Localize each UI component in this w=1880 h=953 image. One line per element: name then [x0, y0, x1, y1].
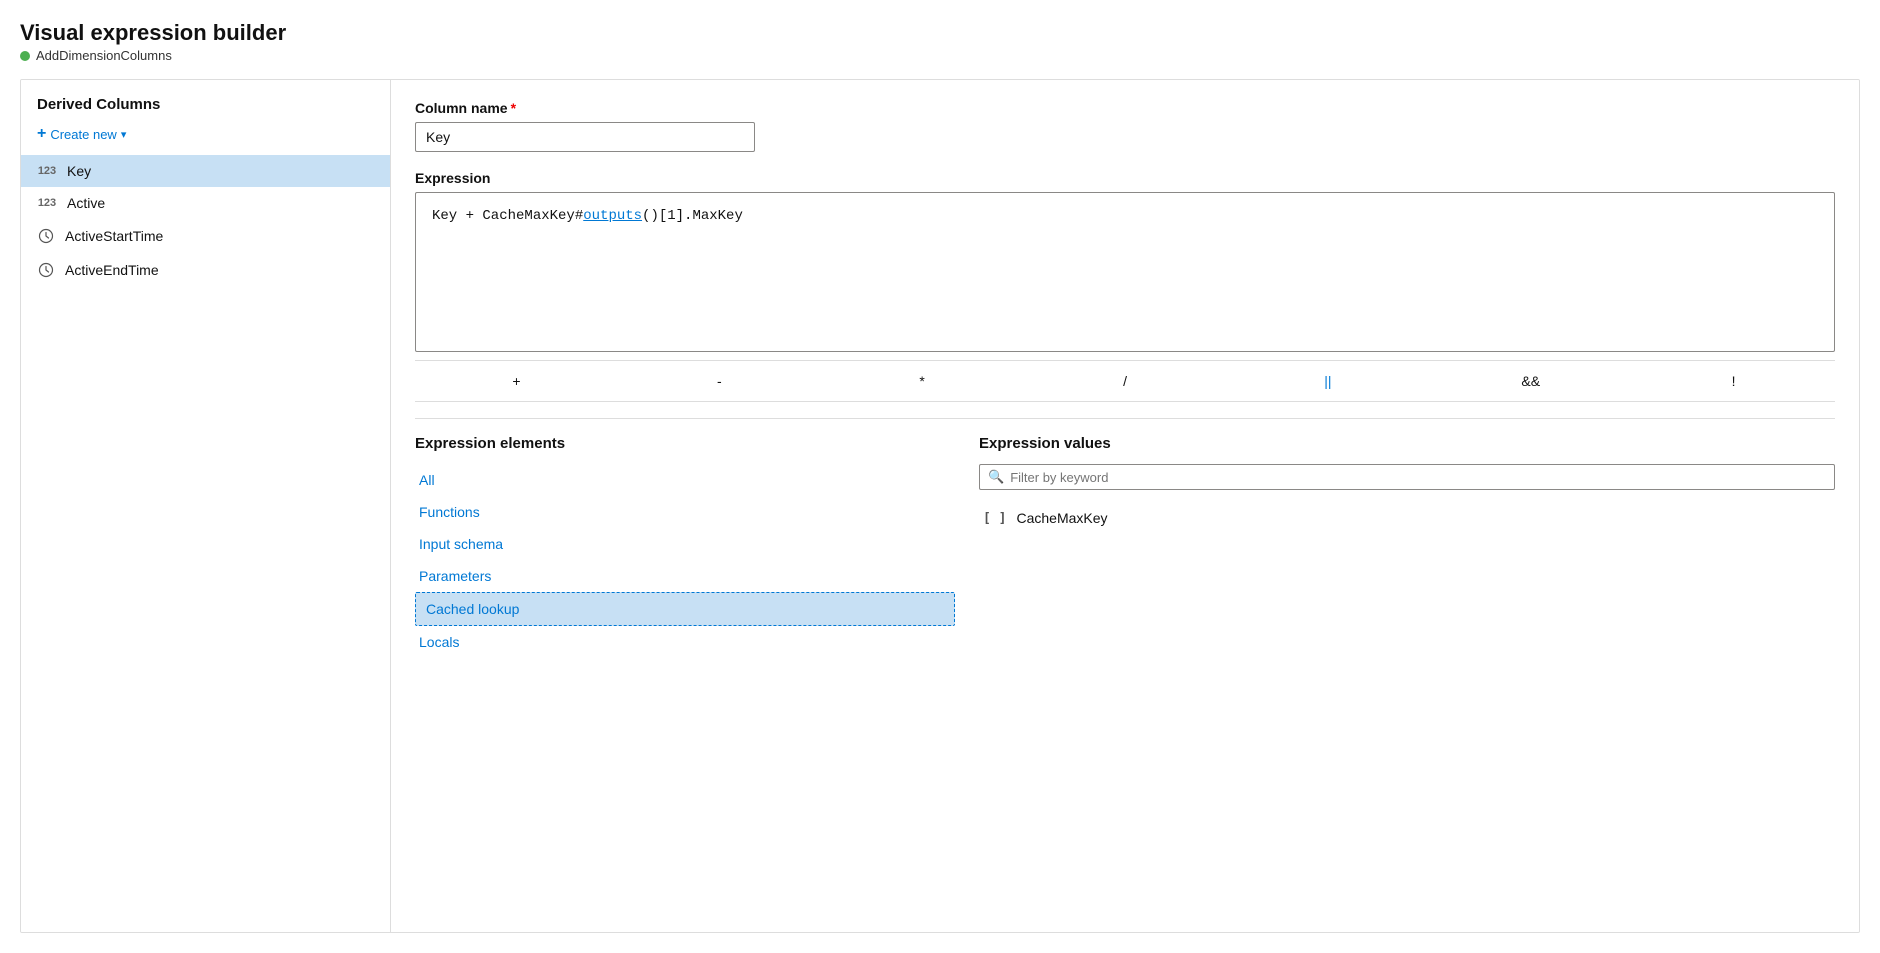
sidebar-item-label-activeStartTime: ActiveStartTime — [65, 228, 163, 244]
search-icon: 🔍 — [988, 469, 1004, 485]
expr-element-locals[interactable]: Locals — [415, 626, 955, 658]
expression-text-before: Key + CacheMaxKey# — [432, 208, 583, 224]
value-item-cachemaxkey[interactable]: [ ] CacheMaxKey — [979, 502, 1835, 534]
op-plus-button[interactable]: + — [415, 369, 618, 393]
subtitle-text: AddDimensionColumns — [36, 48, 172, 63]
clock-icon-end — [37, 261, 55, 279]
expression-label: Expression — [415, 170, 1835, 186]
expression-values-panel: Expression values 🔍 [ ] CacheMaxKey — [979, 435, 1835, 912]
sidebar-item-key[interactable]: 123 Key — [21, 155, 390, 187]
expr-element-functions[interactable]: Functions — [415, 496, 955, 528]
sidebar-item-active[interactable]: 123 Active — [21, 187, 390, 219]
create-new-button[interactable]: + Create new ▾ — [21, 121, 390, 155]
expression-values-title: Expression values — [979, 435, 1835, 452]
op-not-button[interactable]: ! — [1632, 369, 1835, 393]
sidebar-section-title: Derived Columns — [21, 96, 390, 121]
plus-icon: + — [37, 125, 46, 143]
column-name-input[interactable] — [415, 122, 755, 152]
operator-bar: + - * / || && ! — [415, 360, 1835, 402]
num-icon-active: 123 — [37, 197, 57, 209]
content-area: Column name* Expression Key + CacheMaxKe… — [391, 80, 1859, 932]
status-dot — [20, 51, 30, 61]
page-title: Visual expression builder — [20, 20, 1860, 46]
expression-elements-title: Expression elements — [415, 435, 955, 452]
main-layout: Derived Columns + Create new ▾ 123 Key 1… — [20, 79, 1860, 933]
sidebar-item-activeStartTime[interactable]: ActiveStartTime — [21, 219, 390, 253]
sidebar-item-label-activeEndTime: ActiveEndTime — [65, 262, 159, 278]
expr-element-all[interactable]: All — [415, 464, 955, 496]
sidebar-item-activeEndTime[interactable]: ActiveEndTime — [21, 253, 390, 287]
required-star: * — [511, 100, 516, 116]
value-item-label-cachemaxkey: CacheMaxKey — [1016, 510, 1107, 526]
expr-element-parameters[interactable]: Parameters — [415, 560, 955, 592]
op-minus-button[interactable]: - — [618, 369, 821, 393]
op-or-button[interactable]: || — [1226, 369, 1429, 393]
op-multiply-button[interactable]: * — [821, 369, 1024, 393]
filter-input-wrapper: 🔍 — [979, 464, 1835, 490]
create-new-label: Create new — [50, 127, 116, 142]
expr-element-input-schema[interactable]: Input schema — [415, 528, 955, 560]
sidebar: Derived Columns + Create new ▾ 123 Key 1… — [21, 80, 391, 932]
op-divide-button[interactable]: / — [1024, 369, 1227, 393]
num-icon-key: 123 — [37, 165, 57, 177]
expression-link[interactable]: outputs — [583, 208, 642, 224]
bracket-icon: [ ] — [983, 511, 1006, 526]
column-name-label: Column name* — [415, 100, 1835, 116]
page-subtitle: AddDimensionColumns — [20, 48, 1860, 63]
column-name-section: Column name* — [415, 100, 1835, 152]
expression-text-after: ()[1].MaxKey — [642, 208, 743, 224]
expression-editor[interactable]: Key + CacheMaxKey#outputs()[1].MaxKey — [415, 192, 1835, 352]
page-header: Visual expression builder AddDimensionCo… — [20, 20, 1860, 63]
sidebar-item-label-key: Key — [67, 163, 91, 179]
chevron-down-icon: ▾ — [121, 128, 127, 141]
clock-icon-start — [37, 227, 55, 245]
bottom-section: Expression elements All Functions Input … — [415, 418, 1835, 912]
expr-element-cached-lookup[interactable]: Cached lookup — [415, 592, 955, 626]
expression-elements-panel: Expression elements All Functions Input … — [415, 435, 955, 912]
expression-section: Expression Key + CacheMaxKey#outputs()[1… — [415, 170, 1835, 352]
filter-keyword-input[interactable] — [1010, 470, 1826, 485]
sidebar-item-label-active: Active — [67, 195, 105, 211]
op-and-button[interactable]: && — [1429, 369, 1632, 393]
